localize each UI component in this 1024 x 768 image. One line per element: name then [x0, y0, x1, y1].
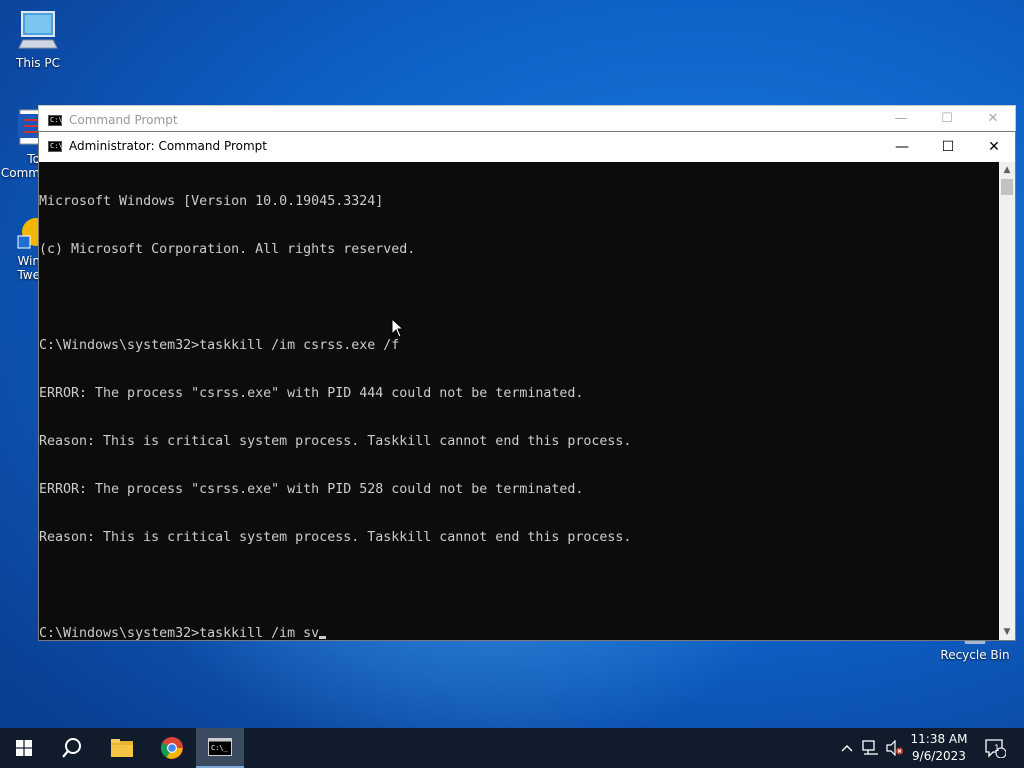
console-line: ERROR: The process "csrss.exe" with PID … — [39, 482, 584, 497]
desktop-icon-label: This PC — [16, 56, 60, 70]
close-button[interactable]: ✕ — [971, 132, 1017, 162]
maximize-button[interactable]: ☐ — [937, 111, 957, 129]
mouse-pointer-icon — [391, 318, 405, 338]
command-prompt-icon: C:\_ — [208, 738, 232, 756]
title-bar[interactable]: C:\ Administrator: Command Prompt — ☐ ✕ — [39, 132, 1015, 162]
computer-icon — [18, 11, 58, 49]
start-button[interactable] — [0, 728, 48, 768]
minimize-button[interactable]: — — [879, 132, 925, 162]
console-output[interactable]: Microsoft Windows [Version 10.0.19045.33… — [39, 162, 1000, 640]
chevron-up-icon — [841, 745, 853, 752]
command-input-line[interactable]: C:\Windows\system32>taskkill /im sv — [39, 626, 1000, 640]
vertical-scrollbar[interactable]: ▲ ▼ — [999, 162, 1015, 640]
command-prompt-icon: C:\ — [48, 141, 63, 152]
text-cursor — [319, 636, 327, 639]
network-status[interactable] — [860, 728, 882, 768]
maximize-button[interactable]: ☐ — [925, 132, 971, 162]
console-line: Reason: This is critical system process.… — [39, 434, 632, 449]
desktop-icon-win-tweaker[interactable]: Win Twe — [0, 212, 40, 282]
window-title: Command Prompt — [69, 113, 178, 127]
clock-time: 11:38 AM — [910, 732, 968, 746]
taskbar[interactable]: C:\_ 11:38 AM 9/6/2023 1 — [0, 728, 1024, 768]
taskbar-clock[interactable]: 11:38 AM 9/6/2023 — [900, 731, 978, 765]
console-line: ERROR: The process "csrss.exe" with PID … — [39, 386, 584, 401]
document-icon — [18, 109, 40, 145]
desktop-icon-this-pc[interactable]: This PC — [0, 8, 76, 70]
console-line: C:\Windows\system32>taskkill /im csrss.e… — [39, 338, 400, 353]
desktop-icon-tool[interactable]: To Comm — [0, 108, 40, 180]
console-line: (c) Microsoft Corporation. All rights re… — [39, 242, 416, 257]
scroll-thumb[interactable] — [1001, 179, 1013, 195]
chrome-icon — [161, 737, 183, 759]
console-line: Reason: This is critical system process.… — [39, 530, 632, 545]
file-explorer-icon — [111, 739, 133, 757]
scroll-up-arrow-icon[interactable]: ▲ — [999, 162, 1015, 178]
close-button[interactable]: ✕ — [983, 111, 1003, 129]
start-icon — [16, 740, 32, 756]
notification-count-badge: 1 — [994, 744, 1000, 754]
command-prompt-window[interactable]: C:\ Administrator: Command Prompt — ☐ ✕ … — [38, 131, 1016, 641]
current-command: C:\Windows\system32>taskkill /im sv — [39, 626, 320, 640]
command-prompt-taskbar-button[interactable]: C:\_ — [196, 728, 244, 768]
command-prompt-icon: C:\ — [48, 115, 63, 126]
desktop-icon-label: Recycle Bin — [940, 648, 1010, 662]
minimize-button[interactable]: — — [891, 111, 911, 129]
clock-date: 9/6/2023 — [912, 749, 966, 763]
window-title: Administrator: Command Prompt — [69, 139, 267, 153]
scroll-down-arrow-icon[interactable]: ▼ — [999, 624, 1015, 640]
console-line: Microsoft Windows [Version 10.0.19045.33… — [39, 194, 384, 209]
file-explorer-button[interactable] — [98, 728, 146, 768]
desktop-icon-label: Win Twe — [17, 254, 40, 282]
chrome-button[interactable] — [148, 728, 196, 768]
svg-text:C:\_: C:\_ — [211, 744, 229, 752]
search-icon — [62, 738, 81, 758]
show-hidden-icons-button[interactable] — [838, 728, 856, 768]
tweaker-icon — [17, 218, 40, 249]
search-button[interactable] — [48, 728, 96, 768]
action-center-button[interactable]: 1 — [980, 728, 1010, 768]
network-icon — [862, 740, 878, 755]
desktop-icon-label: To Comm — [0, 152, 40, 180]
